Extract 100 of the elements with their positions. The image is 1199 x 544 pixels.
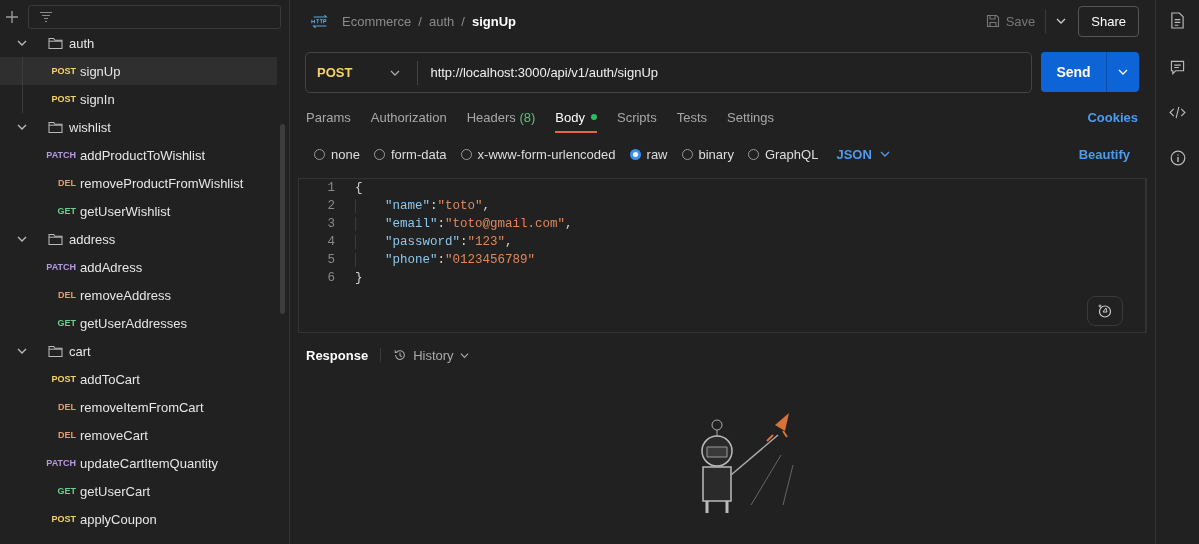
chevron-icon[interactable] (17, 346, 27, 356)
beautify-link[interactable]: Beautify (1078, 146, 1130, 162)
filter-field[interactable] (28, 5, 281, 29)
request-item[interactable]: GET getUserAddresses (0, 309, 277, 337)
request-name: addProductToWishlist (80, 147, 205, 163)
ai-assist-button[interactable] (1087, 296, 1123, 326)
request-item[interactable]: DEL removeItemFromCart (0, 393, 277, 421)
info-icon[interactable] (1169, 150, 1186, 166)
scrollbar[interactable] (280, 124, 285, 314)
response-title: Response (306, 347, 369, 363)
chevron-icon[interactable] (17, 234, 27, 244)
request-name: removeAddress (80, 287, 172, 303)
request-item[interactable]: POST applyCoupon (0, 505, 277, 533)
request-name: getUserCart (80, 483, 151, 499)
chevron-icon[interactable] (17, 38, 27, 48)
request-item[interactable]: PATCH updateCartItemQuantity (0, 449, 277, 477)
method-label: POST (50, 374, 76, 384)
share-button[interactable]: Share (1078, 5, 1139, 37)
history-dropdown[interactable]: History (393, 347, 469, 363)
body-mode-radio[interactable]: binary (681, 146, 734, 162)
save-icon (985, 14, 1000, 28)
method-label: POST (50, 66, 76, 76)
request-item[interactable]: PATCH addAdress (0, 253, 277, 281)
request-item[interactable]: POST signUp (0, 57, 277, 85)
request-tab[interactable]: Scripts (617, 103, 657, 133)
chevron-icon[interactable] (17, 122, 27, 132)
method-label: GET (56, 318, 76, 328)
document-icon[interactable] (1170, 12, 1185, 29)
request-item[interactable]: PATCH addProductToWishlist (0, 141, 277, 169)
line-number: 2 (326, 199, 335, 213)
folder-icon (48, 120, 63, 134)
breadcrumb-separator: / (461, 13, 465, 29)
request-name: signIn (80, 91, 115, 107)
folder-item[interactable]: auth (0, 29, 289, 57)
breadcrumb-item[interactable]: Ecommerce (342, 13, 412, 29)
request-tab[interactable]: Headers (8) (466, 103, 536, 133)
line-number: 5 (326, 253, 335, 267)
filter-icon (39, 11, 53, 23)
format-dropdown[interactable]: JSON (836, 146, 890, 162)
request-item[interactable]: DEL removeProductFromWishlist (0, 169, 277, 197)
cookies-link[interactable]: Cookies (1087, 109, 1138, 125)
breadcrumb-item: signUp (471, 13, 516, 29)
code-icon[interactable] (1169, 106, 1186, 119)
folder-name: cart (69, 343, 91, 359)
folder-name: address (69, 231, 116, 247)
code-line: } (355, 271, 363, 285)
code-line: { (355, 181, 363, 195)
folder-name: wishlist (69, 119, 111, 135)
folder-icon (48, 36, 63, 50)
code-editor[interactable]: 1 { 2 "name":"toto", 3 "email":"toto@gmail.com", 4 "password":"123", 5 "phone":"0123456789" 6 } (298, 178, 1147, 333)
folder-item[interactable]: cart (0, 337, 289, 365)
body-mode-radio[interactable]: form-data (373, 146, 447, 162)
method-label: PATCH (45, 262, 76, 272)
request-tab[interactable]: Settings (727, 103, 775, 133)
line-number: 3 (326, 217, 335, 231)
body-mode-radio[interactable]: none (314, 146, 360, 162)
request-item[interactable]: POST signIn (0, 85, 277, 113)
request-item[interactable]: GET getUserWishlist (0, 197, 277, 225)
method-label: PATCH (45, 150, 76, 160)
request-name: removeCart (80, 427, 148, 443)
request-name: addToCart (80, 371, 140, 387)
method-label: DEL (57, 402, 76, 412)
body-mode-radio[interactable]: x-www-form-urlencoded (460, 146, 616, 162)
request-tab[interactable]: Params (306, 103, 351, 133)
request-item[interactable]: POST addToCart (0, 365, 277, 393)
method-label: DEL (57, 178, 76, 188)
request-item[interactable]: DEL removeCart (0, 421, 277, 449)
request-item[interactable]: GET getUserCart (0, 477, 277, 505)
method-dropdown[interactable]: POST (306, 60, 419, 85)
request-name: signUp (80, 63, 121, 79)
comment-icon[interactable] (1170, 60, 1185, 75)
method-label: GET (56, 206, 76, 216)
request-name: getUserWishlist (80, 203, 171, 219)
breadcrumb-item[interactable]: auth (429, 13, 455, 29)
request-tab[interactable]: Authorization (370, 103, 447, 133)
request-tab[interactable]: Tests (676, 103, 708, 133)
folder-icon (48, 232, 63, 246)
url-field[interactable]: POST http://localhost:3000/api/v1/auth/signUp (305, 52, 1032, 93)
folder-item[interactable]: wishlist (0, 113, 289, 141)
request-name: getUserAddresses (80, 315, 187, 331)
method-label: POST (50, 514, 76, 524)
method-label: DEL (57, 430, 76, 440)
body-mode-radio[interactable]: raw (629, 146, 668, 162)
folder-name: auth (69, 35, 95, 51)
sparkle-icon (1097, 303, 1113, 319)
body-mode-radio[interactable]: GraphQL (747, 146, 819, 162)
request-item[interactable]: DEL removeAddress (0, 281, 277, 309)
http-icon (310, 13, 330, 29)
code-line: "email":"toto@gmail.com", (355, 217, 573, 231)
request-name: updateCartItemQuantity (80, 455, 219, 471)
request-name: removeProductFromWishlist (80, 175, 244, 191)
line-number: 4 (326, 235, 335, 249)
add-icon[interactable] (5, 10, 19, 24)
breadcrumb-separator: / (418, 13, 422, 29)
line-number: 6 (326, 271, 335, 285)
method-label: GET (56, 486, 76, 496)
request-tab[interactable]: Body (555, 103, 597, 133)
folder-item[interactable]: address (0, 225, 289, 253)
request-name: addAdress (80, 259, 143, 275)
code-line: "password":"123", (355, 235, 513, 249)
